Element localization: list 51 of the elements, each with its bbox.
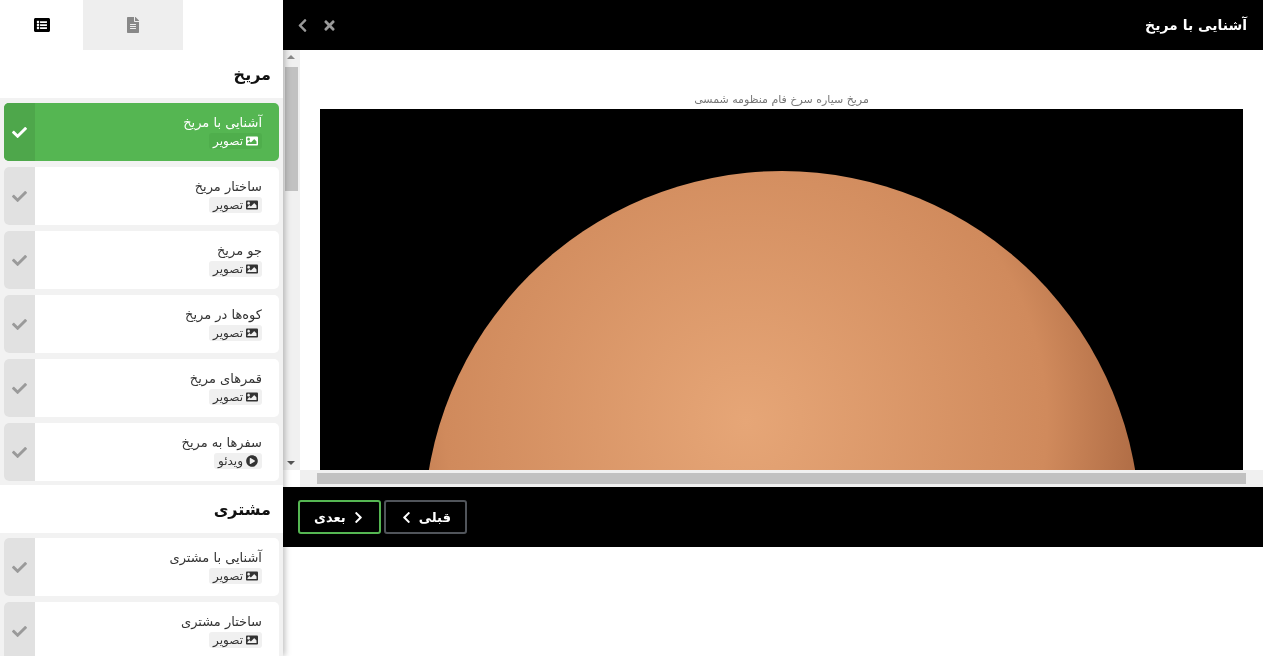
lesson-item[interactable]: ساختار مشتری تصویر (4, 602, 279, 656)
lesson-title: سفرها به مریخ (181, 435, 262, 450)
image-icon (246, 570, 258, 582)
lesson-title: جو مریخ (216, 243, 262, 258)
image-icon (246, 199, 258, 211)
document-icon (125, 17, 141, 33)
list-icon (33, 17, 50, 33)
lesson-title: ساختار مریخ (194, 179, 262, 194)
image-icon (246, 634, 258, 646)
type-label: تصویر (213, 390, 243, 404)
type-label: ویدئو (218, 454, 243, 468)
check-icon (12, 252, 27, 268)
lesson-item[interactable]: قمرهای مریخ تصویر (4, 359, 279, 417)
lesson-title: آشنایی با مریخ (183, 115, 262, 130)
check-icon (12, 623, 27, 639)
section-title: مریخ (232, 63, 272, 86)
image-icon (246, 135, 258, 147)
next-button[interactable]: بعدی (298, 500, 381, 534)
lesson-item[interactable]: کوه‌ها در مریخ تصویر (4, 295, 279, 353)
vertical-scrollbar[interactable] (283, 50, 300, 470)
sidebar-tab[interactable] (0, 0, 83, 50)
check-icon (12, 124, 27, 140)
image-icon (246, 327, 258, 339)
page-title: آشنایی با مریخ (1145, 17, 1247, 33)
check-icon (12, 559, 27, 575)
lesson-title: آشنایی با مشتری (169, 550, 262, 565)
check-icon (12, 188, 27, 204)
lesson-item[interactable]: ساختار مریخ تصویر (4, 167, 279, 225)
section-title: مشتری (212, 498, 272, 521)
previous-button[interactable]: قبلی (383, 500, 467, 534)
type-label: تصویر (213, 633, 243, 647)
lesson-title: قمرهای مریخ (189, 371, 262, 386)
type-label: تصویر (213, 134, 243, 148)
play-icon (246, 455, 258, 467)
type-label: تصویر (213, 198, 243, 212)
horizontal-scrollbar[interactable] (300, 470, 1263, 487)
lesson-item[interactable]: جو مریخ تصویر (4, 231, 279, 289)
check-icon (12, 316, 27, 332)
type-label: تصویر (213, 262, 243, 276)
lesson-title: ساختار مشتری (181, 614, 262, 629)
type-label: تصویر (213, 326, 243, 340)
image-icon (246, 391, 258, 403)
image-caption: مریخ سیاره سرخ فام منظومه شمسی (694, 93, 869, 106)
image-icon (246, 263, 258, 275)
lesson-item[interactable]: آشنایی با مشتری تصویر (4, 538, 279, 596)
check-icon (12, 444, 27, 460)
close-icon[interactable] (322, 17, 337, 33)
lesson-title: کوه‌ها در مریخ (185, 307, 262, 322)
type-label: تصویر (213, 569, 243, 583)
lesson-item[interactable]: سفرها به مریخ ویدئو (4, 423, 279, 481)
check-icon (12, 380, 27, 396)
